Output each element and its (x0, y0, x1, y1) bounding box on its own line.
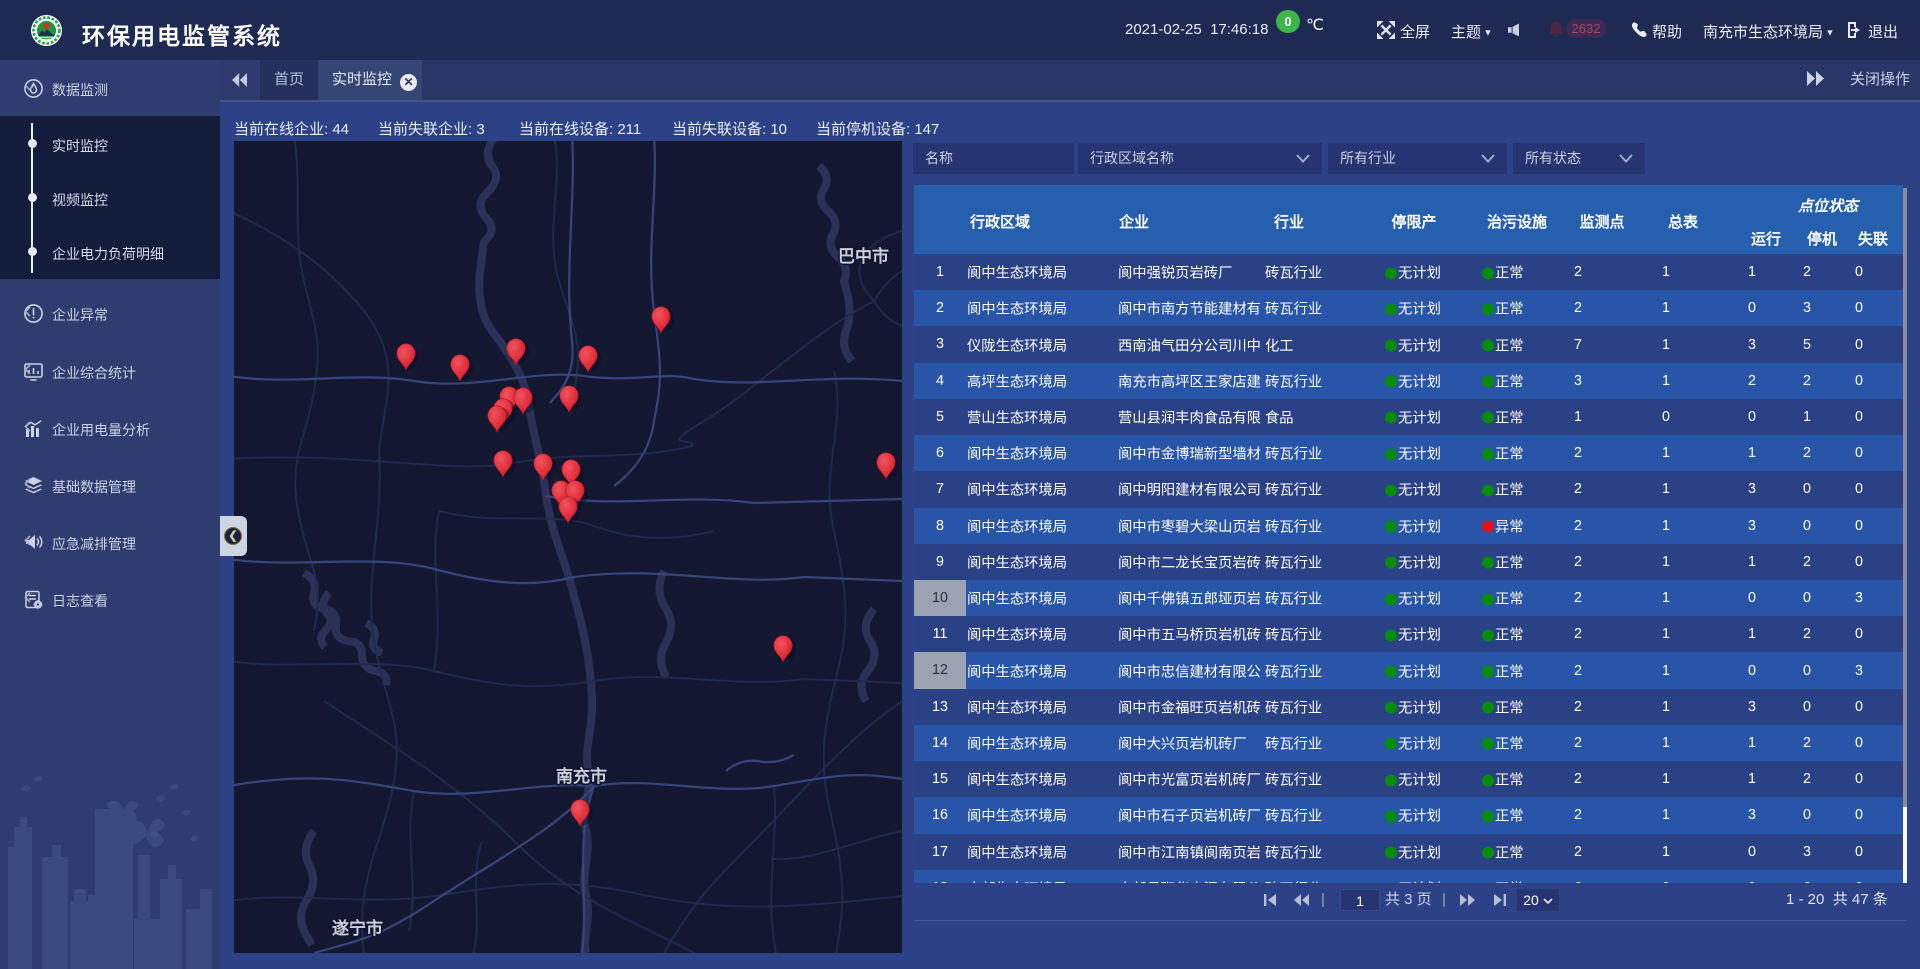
svg-text:巴中市: 巴中市 (838, 246, 889, 266)
svg-text:遂宁市: 遂宁市 (332, 918, 383, 938)
svg-text:南充市: 南充市 (556, 766, 607, 786)
